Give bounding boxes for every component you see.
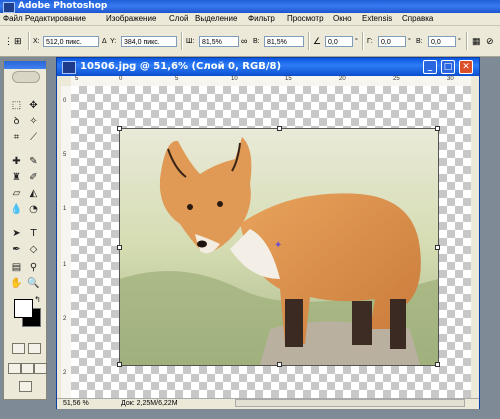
horizontal-scrollbar[interactable] (235, 399, 465, 407)
reference-point-icon[interactable]: ⊞ (14, 36, 22, 47)
menu-extensis[interactable]: Extensis (362, 13, 392, 25)
app-title-bar: Adobe Photoshop (0, 0, 500, 13)
blur-tool-icon[interactable]: 💧 (10, 203, 23, 216)
vertical-skew-unit: ° (458, 38, 461, 45)
transform-center-icon[interactable]: ✦ (274, 241, 282, 251)
marquee-tool-icon[interactable]: ⬚ (10, 99, 23, 112)
horizontal-skew-unit: ° (408, 38, 411, 45)
horizontal-skew-input[interactable]: 0,0 (378, 36, 406, 47)
quick-mask-button[interactable] (28, 343, 41, 354)
menu-layer[interactable]: Слой (169, 13, 188, 25)
grip-icon: ⋮ (4, 36, 13, 46)
minimize-button[interactable]: _ (423, 60, 437, 74)
eraser-tool-icon[interactable]: ▱ (10, 187, 23, 200)
photoshop-icon (3, 2, 15, 13)
eyedropper-tool-icon[interactable]: ⚲ (27, 261, 40, 274)
x-input[interactable]: 512,0 пикс. (43, 36, 99, 47)
jump-to-imageready-button[interactable] (19, 381, 32, 392)
toolbox-header[interactable] (4, 61, 46, 69)
transform-handle-top-right[interactable] (435, 126, 440, 131)
width-label: Ш: (186, 38, 195, 45)
angle-unit: ° (355, 38, 358, 45)
close-button[interactable]: ✕ (459, 60, 473, 74)
transform-handle-bottom[interactable] (277, 362, 282, 367)
transform-handle-top-left[interactable] (117, 126, 122, 131)
brush-tool-icon[interactable]: ✎ (27, 155, 40, 168)
magic-wand-tool-icon[interactable]: ✧ (27, 115, 40, 128)
y-label: Y: (110, 38, 117, 45)
app-title: Adobe Photoshop (18, 1, 108, 11)
paint-bucket-tool-icon[interactable]: ◭ (27, 187, 40, 200)
options-bar: ⋮ ⊞ X: 512,0 пикс. Δ Y: 384,0 пикс. Ш: 8… (0, 26, 500, 57)
horizontal-skew-label: Г: (367, 38, 373, 45)
screen-mode-standard-button[interactable] (8, 363, 21, 374)
move-tool-icon[interactable]: ✥ (27, 99, 40, 112)
type-tool-icon[interactable]: T (27, 227, 40, 240)
cancel-icon[interactable]: ⊘ (486, 36, 494, 47)
rotate-icon: ∠ (313, 36, 322, 46)
menu-file[interactable]: Файл (3, 13, 23, 25)
menu-select[interactable]: Выделение (195, 13, 237, 25)
menu-edit[interactable]: Редактирование (25, 13, 86, 25)
transform-handle-top[interactable] (277, 126, 282, 131)
zoom-level[interactable]: 51,56 % (63, 399, 89, 409)
menu-bar: Файл Редактирование Изображение Слой Выд… (0, 13, 500, 26)
separator (28, 32, 30, 50)
document-icon (62, 61, 76, 74)
height-input[interactable]: 81,5% (264, 36, 304, 47)
menu-view[interactable]: Просмотр (287, 13, 324, 25)
height-label: В: (253, 38, 260, 45)
menu-window[interactable]: Окно (333, 13, 352, 25)
menu-filter[interactable]: Фильтр (248, 13, 275, 25)
separator (466, 32, 468, 50)
vertical-skew-label: В: (416, 38, 423, 45)
transform-handle-left[interactable] (117, 245, 122, 250)
width-input[interactable]: 81,5% (199, 36, 239, 47)
hand-tool-icon[interactable]: ✋ (10, 277, 23, 290)
document-window: 10506.jpg @ 51,6% (Слой 0, RGB/8) _ □ ✕ … (56, 57, 480, 409)
history-brush-tool-icon[interactable]: ✐ (27, 171, 40, 184)
transform-handle-bottom-left[interactable] (117, 362, 122, 367)
standard-mode-button[interactable] (12, 343, 25, 354)
photo-layer[interactable]: ✦ (117, 126, 440, 367)
screen-mode-full-menu-button[interactable] (21, 363, 34, 374)
slice-tool-icon[interactable]: ⟋ (27, 131, 40, 144)
screen-mode-full-button[interactable] (34, 363, 47, 374)
transform-handle-right[interactable] (435, 245, 440, 250)
y-input[interactable]: 384,0 пикс. (121, 36, 177, 47)
separator (362, 32, 364, 50)
delta-icon[interactable]: Δ (102, 36, 107, 47)
separator (181, 32, 183, 50)
warp-icon[interactable]: ▦ (472, 36, 481, 47)
vertical-skew-input[interactable]: 0,0 (428, 36, 456, 47)
healing-brush-tool-icon[interactable]: ✚ (10, 155, 23, 168)
toolbox: ⬚ ✥ ꝺ ✧ ⌗ ⟋ ✚ ✎ ♜ ✐ ▱ ◭ 💧 ◔ ➤ T ✒ ◇ ▤ ⚲ … (3, 60, 47, 400)
dodge-tool-icon[interactable]: ◔ (27, 203, 40, 216)
zoom-tool-icon[interactable]: 🔍 (27, 277, 40, 290)
transparent-canvas[interactable]: ✦ (71, 86, 471, 398)
maximize-button[interactable]: □ (441, 60, 455, 74)
document-size: Док: 2,25M/6,22M (121, 400, 178, 407)
crop-tool-icon[interactable]: ⌗ (10, 131, 23, 144)
notes-tool-icon[interactable]: ▤ (10, 261, 23, 274)
path-selection-tool-icon[interactable]: ➤ (10, 227, 23, 240)
menu-help[interactable]: Справка (402, 13, 433, 25)
pen-tool-icon[interactable]: ✒ (10, 243, 23, 256)
adobe-online-icon[interactable] (12, 71, 40, 83)
foreground-color-swatch[interactable] (14, 299, 33, 318)
menu-image[interactable]: Изображение (106, 13, 156, 25)
lasso-tool-icon[interactable]: ꝺ (10, 115, 23, 128)
separator (308, 32, 310, 50)
angle-input[interactable]: 0,0 (325, 36, 353, 47)
transform-handle-bottom-right[interactable] (435, 362, 440, 367)
link-icon[interactable]: ∞ (241, 36, 247, 47)
shape-tool-icon[interactable]: ◇ (27, 243, 40, 256)
clone-stamp-tool-icon[interactable]: ♜ (10, 171, 23, 184)
document-title-bar[interactable]: 10506.jpg @ 51,6% (Слой 0, RGB/8) _ □ ✕ (57, 58, 479, 76)
x-label: X: (33, 38, 40, 45)
document-title: 10506.jpg @ 51,6% (Слой 0, RGB/8) (80, 61, 282, 72)
